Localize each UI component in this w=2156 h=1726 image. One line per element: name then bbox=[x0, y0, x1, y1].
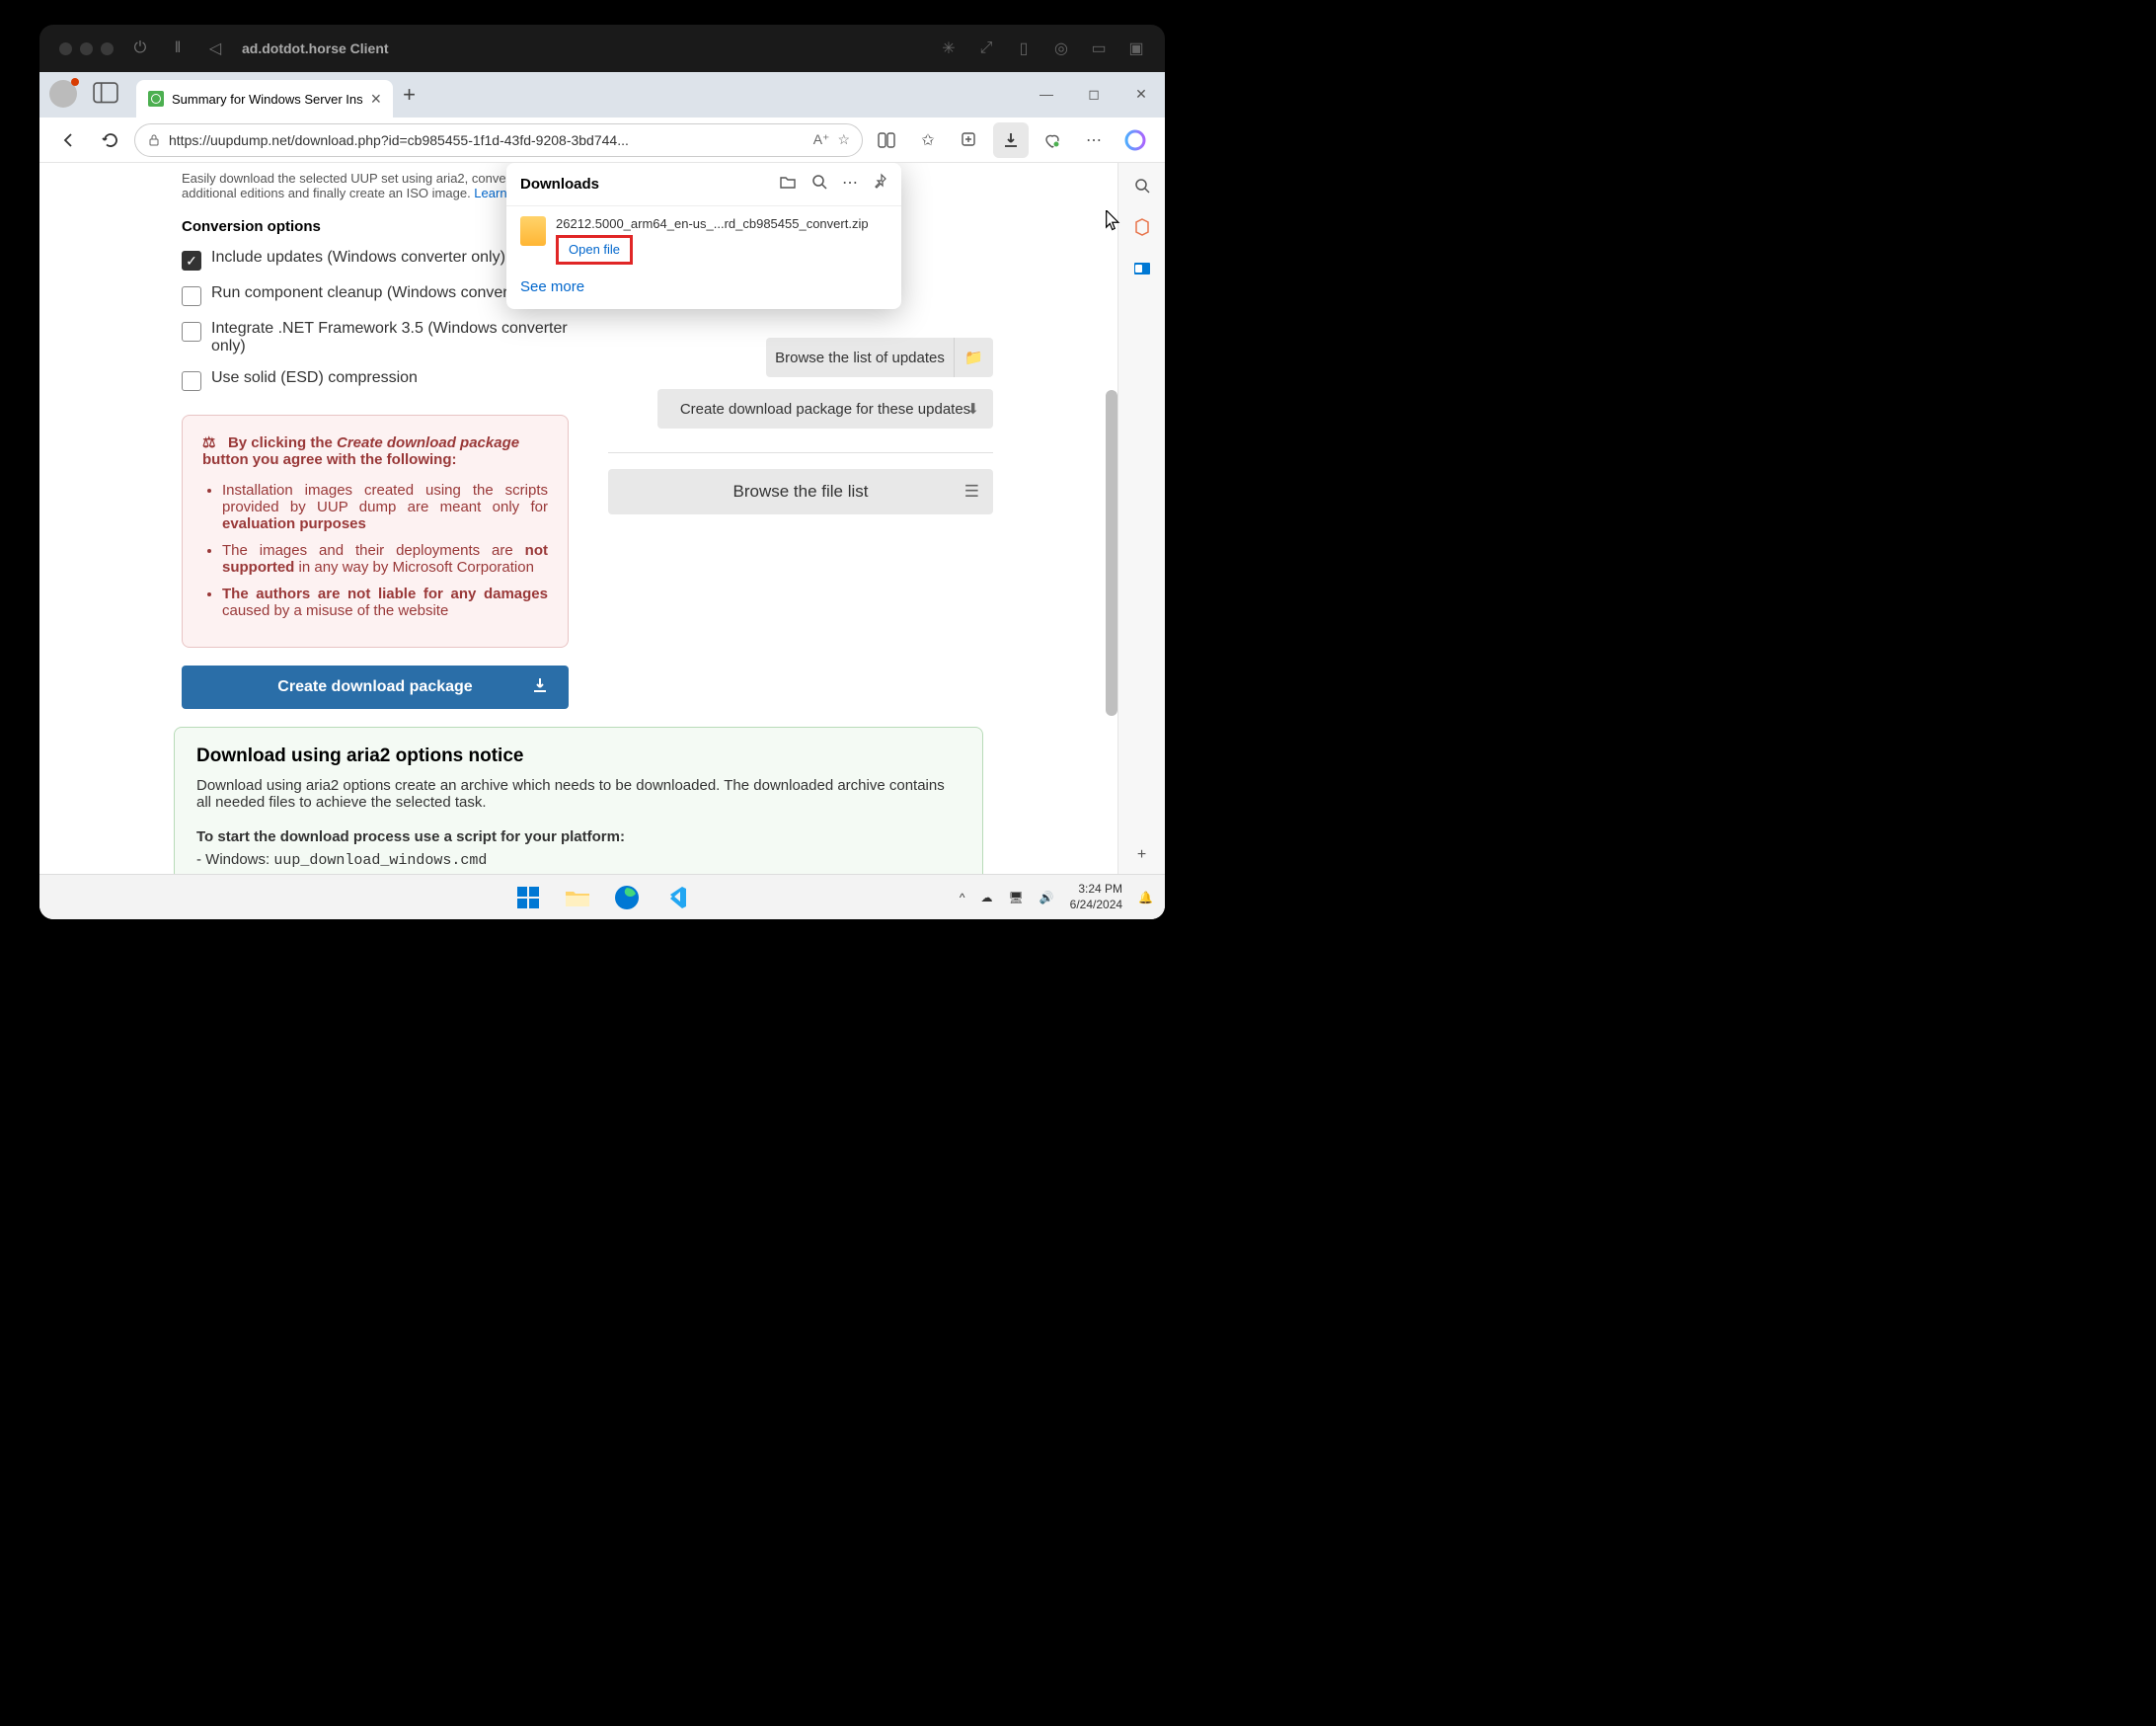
collections-button[interactable] bbox=[952, 122, 987, 158]
mac-titlebar: ⏻ ‖ ◁ ad.dotdot.horse Client ✳ ⤢ ▯ ◎ ▭ ▣ bbox=[39, 25, 1165, 72]
file-explorer-button[interactable] bbox=[563, 883, 592, 912]
folder-icon[interactable]: ▭ bbox=[1090, 39, 1108, 57]
tab-actions-button[interactable] bbox=[93, 82, 118, 104]
download-icon bbox=[531, 676, 549, 699]
lock-icon bbox=[147, 133, 161, 147]
browser-essentials-button[interactable] bbox=[1035, 122, 1070, 158]
open-file-link[interactable]: Open file bbox=[569, 242, 620, 257]
clock[interactable]: 3:24 PM6/24/2024 bbox=[1070, 882, 1122, 912]
zoom-dot[interactable] bbox=[101, 42, 114, 55]
tray-chevron-icon[interactable]: ^ bbox=[960, 891, 965, 904]
tab-title: Summary for Windows Server Ins bbox=[172, 92, 363, 107]
address-text: https://uupdump.net/download.php?id=cb98… bbox=[169, 132, 629, 148]
minimize-dot[interactable] bbox=[80, 42, 93, 55]
edge-button[interactable] bbox=[612, 883, 642, 912]
checkbox-icon[interactable]: ✓ bbox=[182, 251, 201, 271]
power-icon[interactable]: ⏻ bbox=[131, 39, 149, 57]
new-tab-button[interactable]: + bbox=[403, 82, 416, 108]
copilot-button[interactable] bbox=[1117, 122, 1153, 158]
spinner-icon: ✳ bbox=[940, 39, 958, 57]
reader-icon[interactable]: A⁺ bbox=[813, 131, 830, 148]
pin-icon[interactable] bbox=[872, 173, 887, 196]
microsoft365-icon[interactable] bbox=[1131, 216, 1153, 238]
browser-tab[interactable]: Summary for Windows Server Ins × bbox=[136, 80, 393, 118]
close-dot[interactable] bbox=[59, 42, 72, 55]
search-icon[interactable] bbox=[1131, 175, 1153, 196]
tab-close-button[interactable]: × bbox=[371, 90, 382, 108]
add-icon[interactable]: + bbox=[1131, 844, 1153, 866]
windows-taskbar: ^ ☁ 🖥 🔊 3:24 PM6/24/2024 🔔 bbox=[39, 874, 1165, 919]
notifications-icon[interactable]: 🔔 bbox=[1138, 891, 1153, 904]
open-file-highlight: Open file bbox=[556, 235, 633, 265]
split-screen-button[interactable] bbox=[869, 122, 904, 158]
windows-icon[interactable]: ▣ bbox=[1127, 39, 1145, 57]
outlook-icon[interactable] bbox=[1131, 258, 1153, 279]
edge-sidebar: + ⚙ bbox=[1117, 163, 1165, 919]
browse-updates-button[interactable]: Browse the list of updates 📁 bbox=[766, 338, 993, 377]
folder-icon: 📁 bbox=[954, 338, 993, 377]
checkbox-icon[interactable] bbox=[182, 322, 201, 342]
zip-icon bbox=[520, 216, 546, 246]
download-item[interactable]: 26212.5000_arm64_en-us_...rd_cb985455_co… bbox=[506, 206, 901, 275]
maximize-button[interactable]: ◻ bbox=[1070, 72, 1117, 116]
address-bar[interactable]: https://uupdump.net/download.php?id=cb98… bbox=[134, 123, 863, 157]
create-download-package-button[interactable]: Create download package bbox=[182, 666, 569, 709]
back-icon[interactable]: ◁ bbox=[206, 39, 224, 57]
network-icon[interactable]: 🖥 bbox=[1008, 891, 1023, 904]
checkbox-dotnet[interactable]: Integrate .NET Framework 3.5 (Windows co… bbox=[182, 320, 569, 355]
volume-icon[interactable]: 🔊 bbox=[1040, 891, 1054, 904]
start-button[interactable] bbox=[513, 883, 543, 912]
download-icon: ⬇ bbox=[966, 400, 979, 418]
checkbox-esd[interactable]: Use solid (ESD) compression bbox=[182, 369, 569, 391]
create-package-updates-button[interactable]: Create download package for these update… bbox=[657, 389, 993, 429]
refresh-button[interactable] bbox=[93, 122, 128, 158]
downloads-button[interactable] bbox=[993, 122, 1029, 158]
close-button[interactable]: ✕ bbox=[1117, 72, 1165, 116]
browse-file-list-button[interactable]: Browse the file list ☰ bbox=[608, 469, 993, 514]
warning-box: ⚖ By clicking the Create download packag… bbox=[182, 415, 569, 648]
list-icon: ☰ bbox=[964, 482, 979, 502]
usb-icon[interactable]: ▯ bbox=[1015, 39, 1033, 57]
onedrive-icon[interactable]: ☁ bbox=[980, 891, 992, 904]
more-icon[interactable]: ⋯ bbox=[842, 173, 858, 196]
minimize-button[interactable]: — bbox=[1023, 72, 1070, 116]
edge-browser-window: Summary for Windows Server Ins × + — ◻ ✕… bbox=[39, 72, 1165, 919]
folder-icon[interactable] bbox=[779, 173, 797, 196]
scales-icon: ⚖ bbox=[202, 434, 215, 451]
download-filename: 26212.5000_arm64_en-us_...rd_cb985455_co… bbox=[556, 216, 869, 231]
expand-icon[interactable]: ⤢ bbox=[977, 39, 995, 57]
vscode-button[interactable] bbox=[661, 883, 691, 912]
globe-icon[interactable]: ◎ bbox=[1052, 39, 1070, 57]
downloads-title: Downloads bbox=[520, 176, 779, 193]
window-controls[interactable] bbox=[59, 42, 114, 55]
checkbox-icon[interactable] bbox=[182, 371, 201, 391]
tab-strip: Summary for Windows Server Ins × + — ◻ ✕ bbox=[39, 72, 1165, 118]
browser-toolbar: https://uupdump.net/download.php?id=cb98… bbox=[39, 118, 1165, 163]
favorite-icon[interactable]: ☆ bbox=[837, 131, 850, 148]
checkbox-icon[interactable] bbox=[182, 286, 201, 306]
pause-icon[interactable]: ‖ bbox=[169, 39, 187, 57]
scrollbar[interactable] bbox=[1106, 390, 1117, 716]
vm-title: ad.dotdot.horse Client bbox=[242, 40, 389, 56]
downloads-panel: Downloads ⋯ 26212.5000_arm64_en-us_...rd… bbox=[506, 163, 901, 309]
profile-button[interactable] bbox=[49, 80, 77, 108]
webpage-area[interactable]: Easily download the selected UUP set usi… bbox=[39, 163, 1117, 919]
menu-button[interactable]: ⋯ bbox=[1076, 122, 1112, 158]
favorites-button[interactable]: ✩ bbox=[910, 122, 946, 158]
tab-favicon bbox=[148, 91, 164, 107]
system-tray[interactable]: ^ ☁ 🖥 🔊 3:24 PM6/24/2024 🔔 bbox=[960, 882, 1153, 912]
see-more-link[interactable]: See more bbox=[506, 275, 901, 309]
search-icon[interactable] bbox=[810, 173, 828, 196]
back-button[interactable] bbox=[51, 122, 87, 158]
